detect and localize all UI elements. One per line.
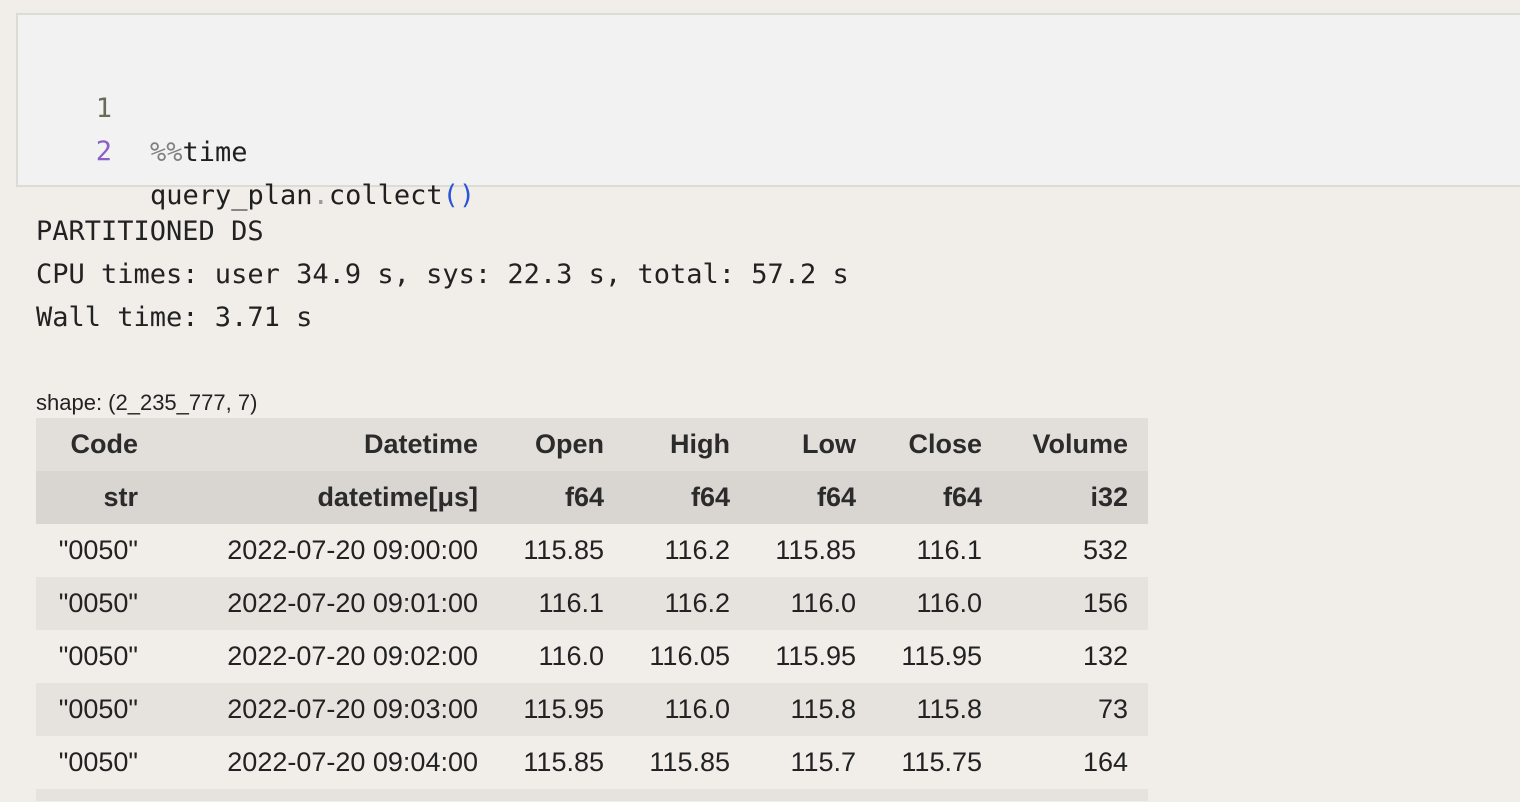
code-text: %%time [150,131,248,175]
column-dtype: f64 [690,482,730,512]
column-dtype: f64 [942,482,982,512]
column-header: High [670,429,730,459]
code-line-2: 2 query_plan.collect() [18,86,475,211]
column-header: Close [908,429,982,459]
table-cell: 116.2 [664,588,730,618]
column-header: Code [70,429,139,459]
table-row: "0050" 2022-07-20 09:00:00 115.85 116.2 … [36,524,1148,577]
column-header: Datetime [363,429,478,459]
table-cell: 2022-07-20 09:01:00 [227,588,478,618]
table-cell: "0050" [58,641,138,671]
table-cell: 116.0 [790,588,856,618]
table-row: "0050" 2022-07-20 09:02:00 116.0 116.05 … [36,630,1148,683]
table-cell: 132 [1082,641,1128,671]
dtype-header-row: str datetime[μs] f64 f64 f64 f64 i32 [36,471,1148,524]
table-cell: 532 [1082,535,1128,565]
column-dtype: str [103,482,138,512]
table-cell: 116.0 [916,588,982,618]
stdout-line: PARTITIONED DS [36,216,264,247]
table-cell: 115.95 [523,694,604,724]
table-cell: 115.95 [775,641,856,671]
table-cell: 73 [1097,694,1128,724]
table-cell: 115.85 [649,747,730,777]
column-dtype: i32 [1090,482,1128,512]
table-cell: 2022-07-20 09:04:00 [227,747,478,777]
table-cell: 115.85 [523,747,604,777]
cell-output-stdout: PARTITIONED DS CPU times: user 34.9 s, s… [36,210,849,339]
table-cell: 2022-07-20 09:00:00 [227,535,478,565]
code-dot: . [312,180,329,211]
column-header: Open [534,429,604,459]
column-header: Volume [1032,429,1128,459]
table-cell: 115.85 [523,535,604,565]
column-header-row: Code Datetime Open High Low Close Volume [36,418,1148,471]
code-object: query_plan [150,180,313,211]
table-cell: 116.1 [538,588,604,618]
table-cell: 164 [1082,747,1128,777]
column-dtype: f64 [816,482,856,512]
stdout-line: CPU times: user 34.9 s, sys: 22.3 s, tot… [36,259,849,290]
table-cell: 115.95 [901,641,982,671]
table-cell: 115.85 [775,535,856,565]
table-row: "0050" 2022-07-20 09:04:00 115.85 115.85… [36,736,1148,789]
dataframe-shape: shape: (2_235_777, 7) [36,390,258,415]
table-cell: 116.0 [664,694,730,724]
table-cell: "0050" [58,535,138,565]
code-line-1: 1 %%time [18,43,248,168]
table-cell: 115.75 [901,747,982,777]
table-cell: 2022-07-20 09:03:00 [227,694,478,724]
table-row-partial [36,789,1148,801]
table-cell: 116.2 [664,535,730,565]
table-cell: "0050" [58,588,138,618]
table-cell: 116.05 [649,641,730,671]
magic-command: time [182,137,248,168]
line-number: 2 [95,136,112,167]
table-cell: 156 [1082,588,1128,618]
code-method: collect [328,180,443,211]
table-cell: "0050" [58,694,138,724]
table-cell: 115.8 [916,694,982,724]
table-cell: 2022-07-20 09:02:00 [227,641,478,671]
stdout-line: Wall time: 3.71 s [36,302,313,333]
table-cell: 115.7 [790,747,856,777]
magic-prefix: %% [150,137,183,168]
table-cell: "0050" [58,747,138,777]
column-dtype: datetime[μs] [317,482,478,512]
code-cell-input[interactable]: 1 %%time 2 query_plan.collect() [16,13,1520,211]
table-row: "0050" 2022-07-20 09:03:00 115.95 116.0 … [36,683,1148,736]
code-parens: () [442,180,476,211]
line-number: 1 [95,93,112,124]
column-header: Low [802,429,856,459]
column-dtype: f64 [564,482,604,512]
table-cell: 116.1 [916,535,982,565]
table-row: "0050" 2022-07-20 09:01:00 116.1 116.2 1… [36,577,1148,630]
table-cell: 115.8 [790,694,856,724]
dataframe-table: Code Datetime Open High Low Close Volume… [36,418,1148,801]
table-cell: 116.0 [538,641,604,671]
